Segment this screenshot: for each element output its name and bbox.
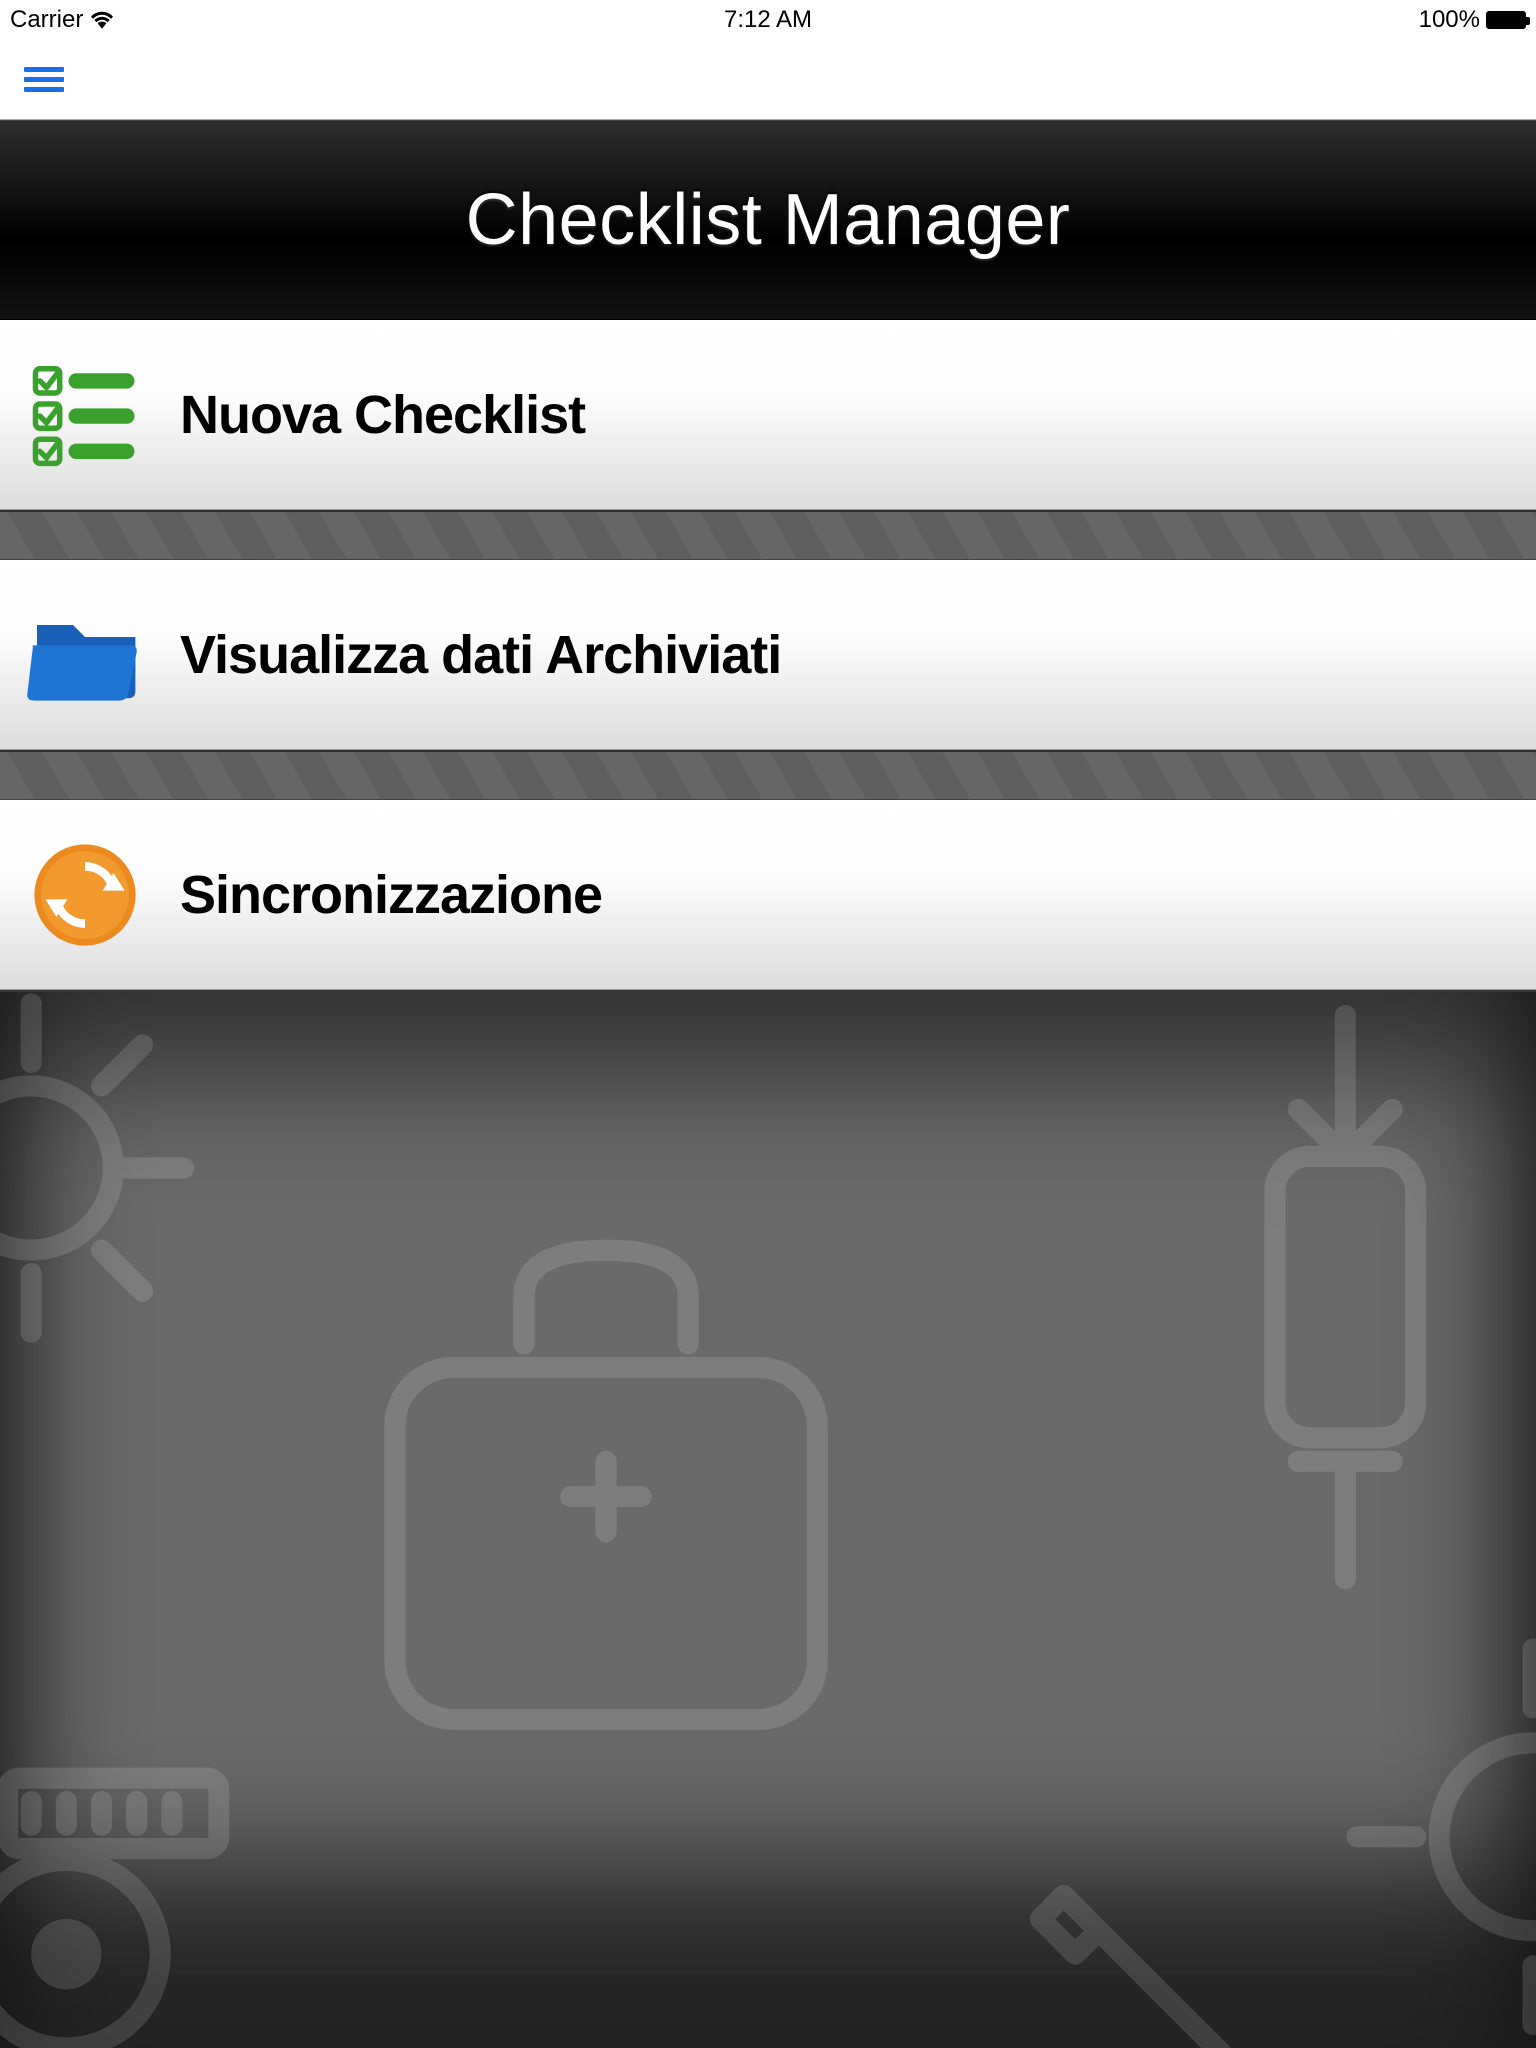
menu-item-label: Visualizza dati Archiviati (180, 624, 781, 686)
nav-bar (0, 40, 1536, 120)
menu-list: Nuova Checklist Visualizza dati Archivia… (0, 320, 1536, 990)
menu-item-nuova-checklist[interactable]: Nuova Checklist (0, 320, 1536, 510)
status-bar: Carrier 7:12 AM 100% (0, 0, 1536, 40)
sync-icon (20, 830, 150, 960)
menu-button-icon[interactable] (24, 67, 64, 92)
folder-icon (20, 590, 150, 720)
carrier-label: Carrier (10, 6, 83, 34)
menu-separator (0, 510, 1536, 560)
checklist-icon (20, 350, 150, 480)
menu-separator (0, 750, 1536, 800)
battery-percent: 100% (1419, 6, 1480, 34)
status-time: 7:12 AM (724, 6, 812, 34)
page-title: Checklist Manager (466, 179, 1071, 261)
background-pattern (0, 990, 1536, 2048)
battery-icon (1486, 11, 1526, 29)
menu-item-sincronizzazione[interactable]: Sincronizzazione (0, 800, 1536, 990)
wifi-icon (91, 11, 113, 29)
menu-item-visualizza-archiviati[interactable]: Visualizza dati Archiviati (0, 560, 1536, 750)
menu-item-label: Nuova Checklist (180, 384, 585, 446)
menu-item-label: Sincronizzazione (180, 864, 602, 926)
title-bar: Checklist Manager (0, 120, 1536, 320)
